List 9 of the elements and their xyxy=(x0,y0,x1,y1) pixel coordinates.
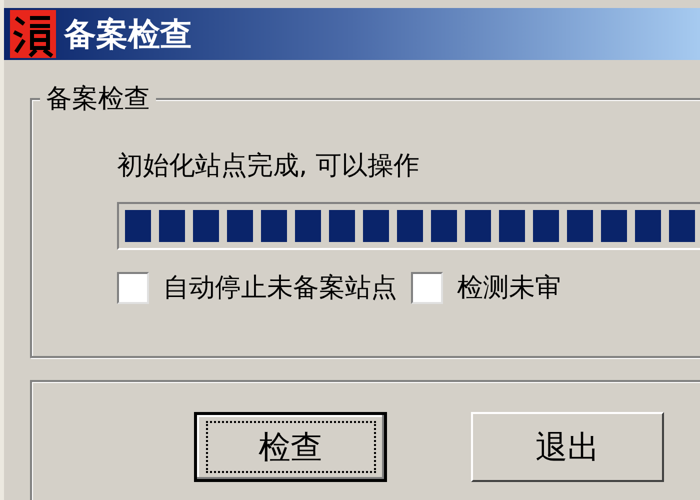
checkbox[interactable] xyxy=(117,272,149,304)
checkbox-label: 自动停止未备案站点 xyxy=(163,272,397,304)
checkbox[interactable] xyxy=(411,272,443,304)
dialog-button[interactable]: 检查 xyxy=(194,412,387,482)
window-title: 备案检查 xyxy=(64,18,192,50)
checkbox-label: 检测未审 xyxy=(457,272,561,304)
dialog-button[interactable]: 退出 xyxy=(471,412,664,482)
status-text: 初始化站点完成, 可以操作 xyxy=(117,150,421,182)
app-icon xyxy=(10,10,56,58)
